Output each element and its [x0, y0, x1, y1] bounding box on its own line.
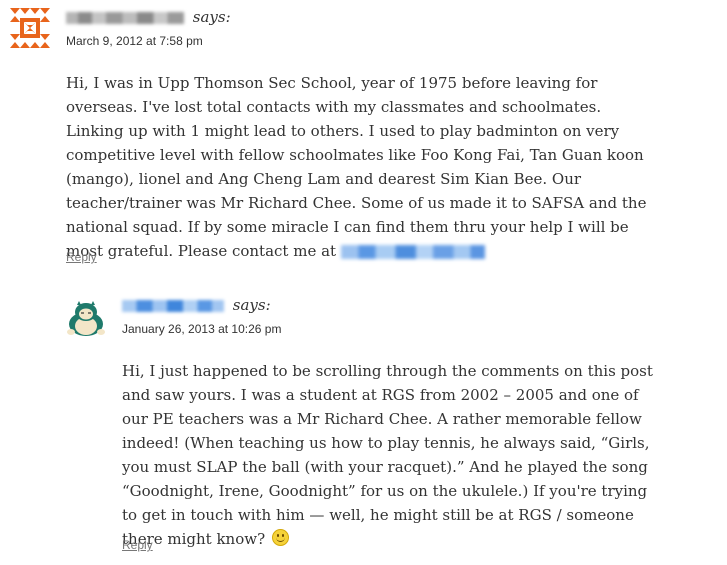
- comment-body: Hi, I just happened to be scrolling thro…: [122, 359, 657, 551]
- reply-link[interactable]: Reply: [66, 250, 97, 264]
- comment-date[interactable]: January 26, 2013 at 10:26 pm: [122, 322, 281, 336]
- snorlax-avatar-icon: [66, 298, 106, 338]
- comment-body-text: Hi, I just happened to be scrolling thro…: [122, 362, 653, 548]
- says-label: says:: [192, 8, 231, 26]
- says-label: says:: [232, 296, 271, 314]
- comment-author: says:: [66, 8, 231, 26]
- comment-body: Hi, I was in Upp Thomson Sec School, yea…: [66, 71, 652, 263]
- redacted-author-name: [122, 300, 224, 312]
- redacted-email: [340, 245, 485, 259]
- comment-body-text: Hi, I was in Upp Thomson Sec School, yea…: [66, 74, 647, 260]
- comment-date[interactable]: March 9, 2012 at 7:58 pm: [66, 34, 203, 48]
- reply-link[interactable]: Reply: [122, 538, 153, 552]
- redacted-author-name: [66, 12, 184, 24]
- comment-author: says:: [122, 296, 271, 314]
- smiley-emoji-icon: [271, 529, 289, 546]
- geometric-pattern-avatar-icon: [10, 8, 50, 48]
